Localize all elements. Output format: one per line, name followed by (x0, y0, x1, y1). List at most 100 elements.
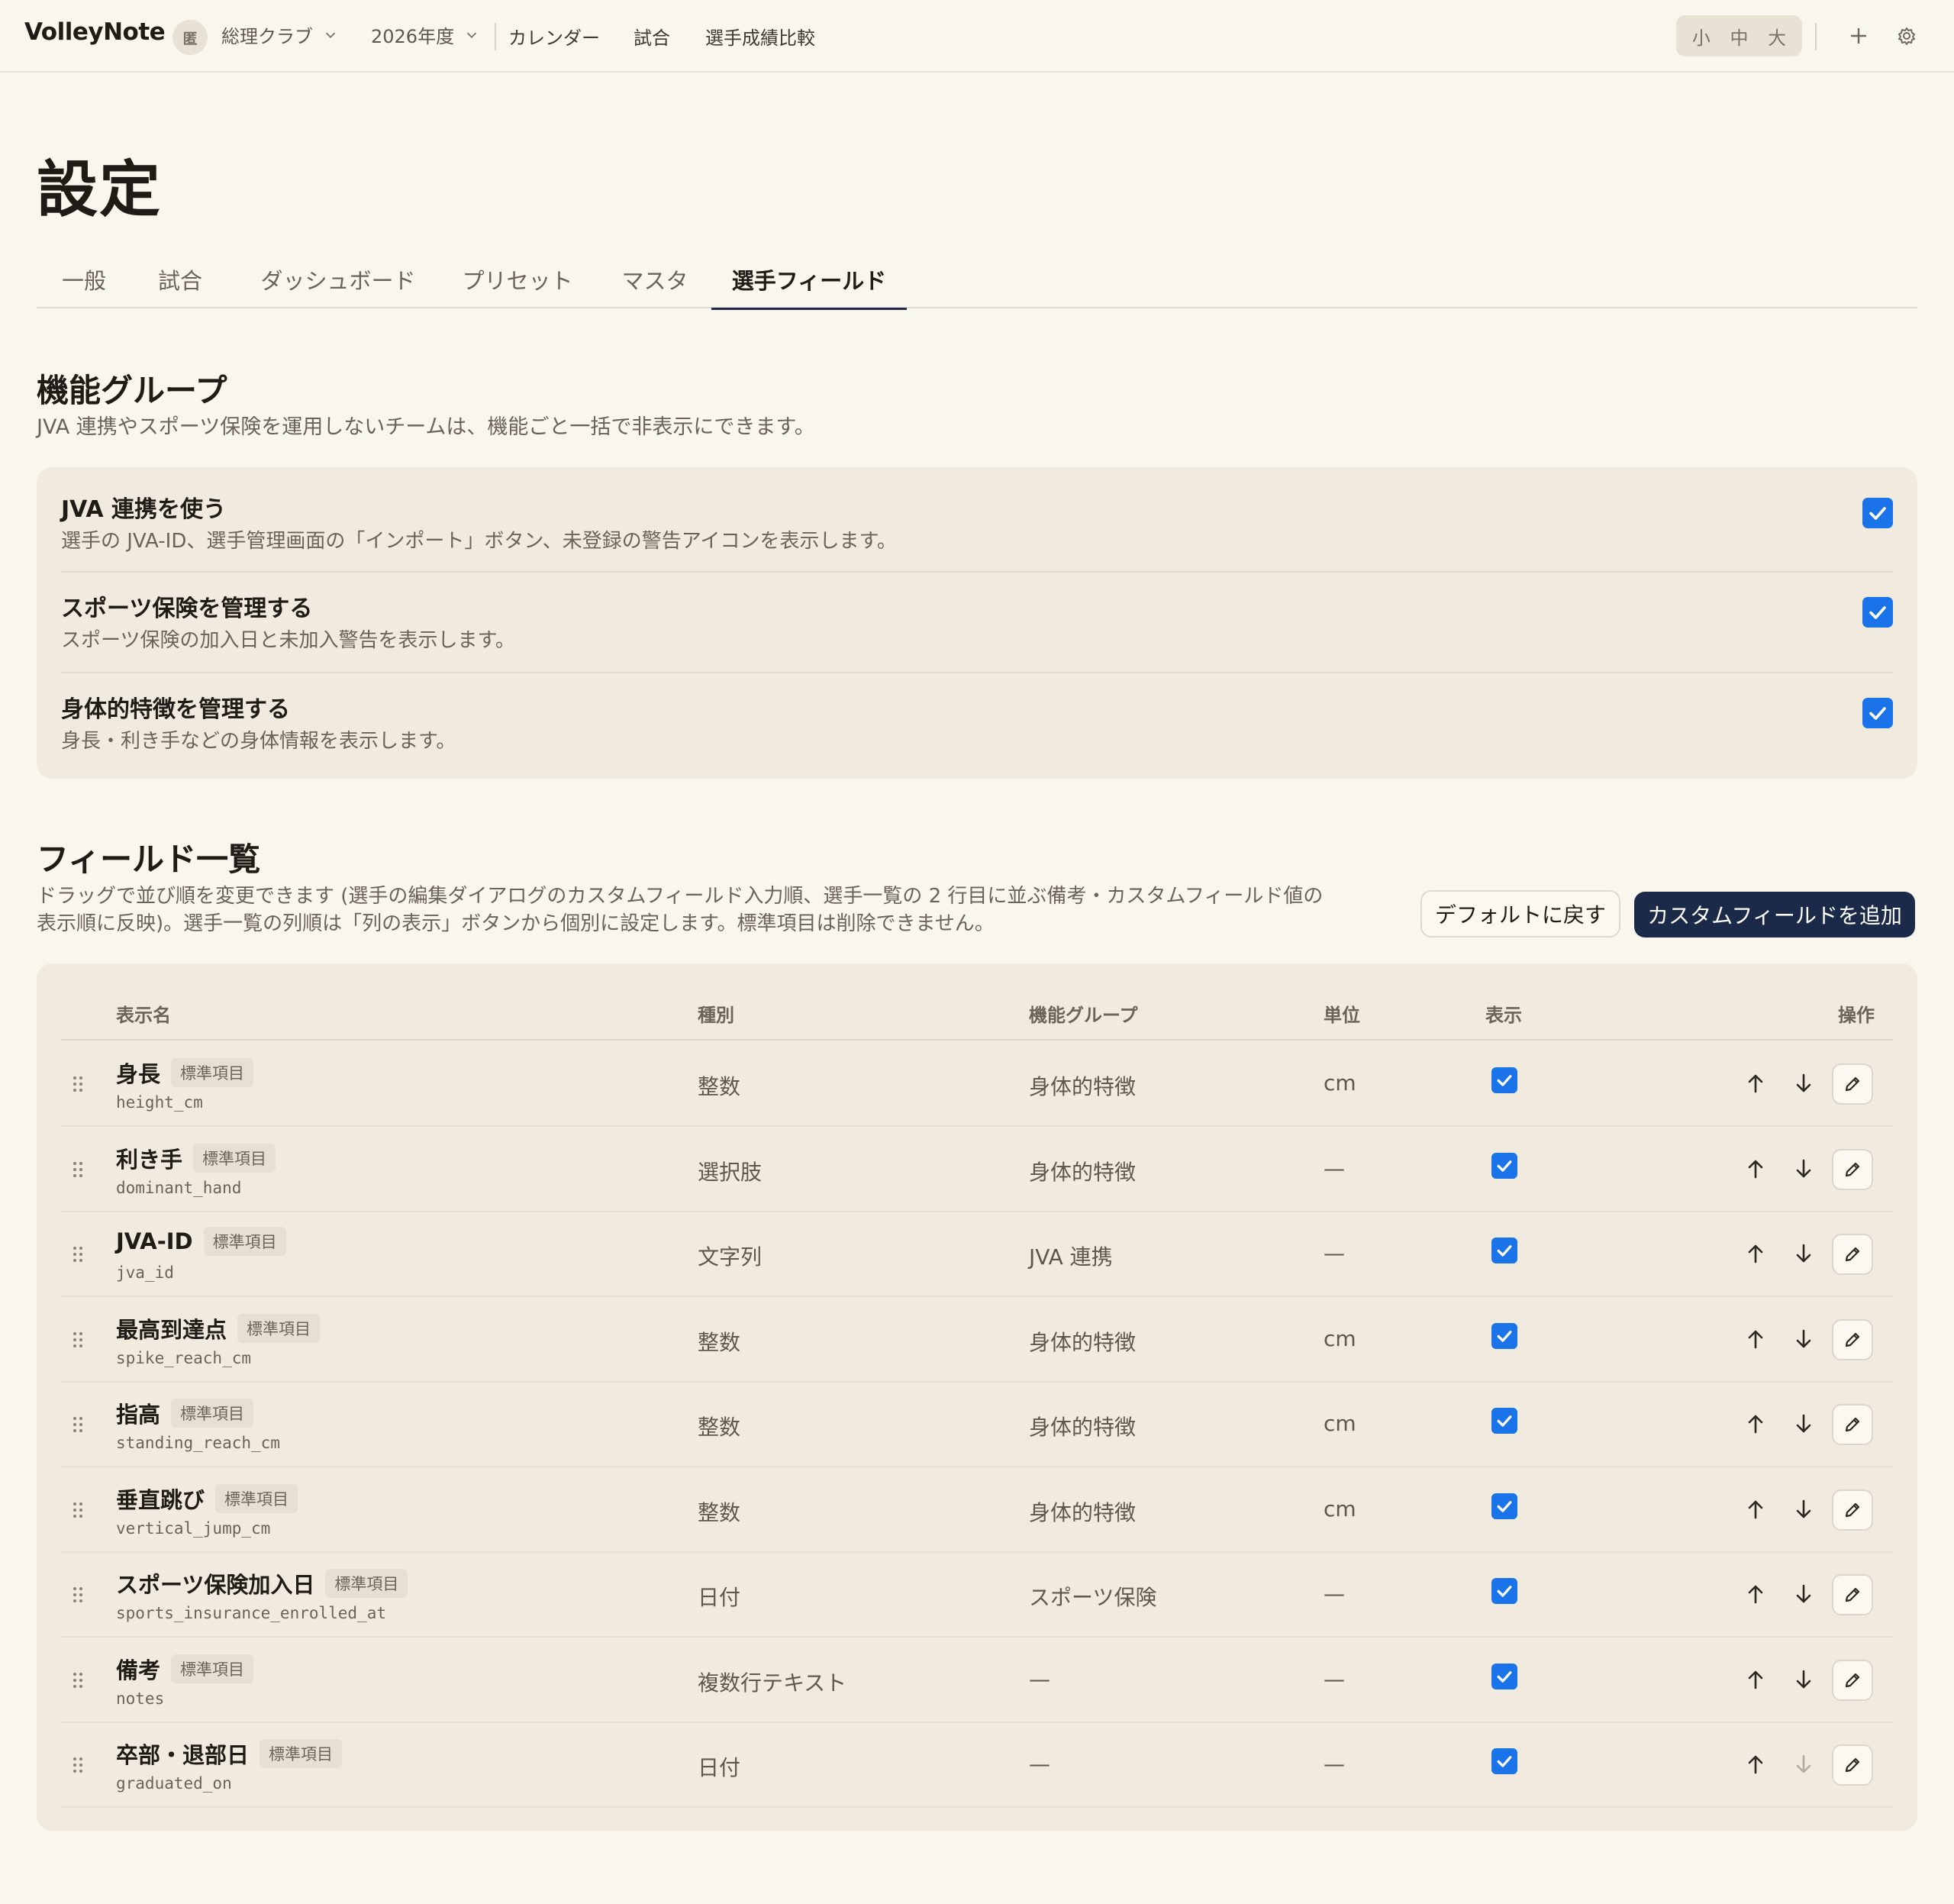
feature-group-description: 選手の JVA-ID、選手管理画面の「インポート」ボタン、未登録の警告アイコンを… (61, 530, 897, 553)
feature-group-checkbox[interactable] (1862, 597, 1893, 628)
field-group: スポーツ保険 (1029, 1585, 1157, 1610)
table-row[interactable]: 指高 標準項目 standing_reach_cm 整数 身体的特徴 cm (61, 1382, 1893, 1467)
visible-checkbox[interactable] (1491, 1408, 1517, 1434)
visible-checkbox[interactable] (1491, 1238, 1517, 1263)
visible-checkbox[interactable] (1491, 1578, 1517, 1604)
check-icon (1497, 1586, 1512, 1597)
drag-handle-icon[interactable] (72, 1245, 84, 1263)
table-row[interactable]: 身長 標準項目 height_cm 整数 身体的特徴 cm (61, 1041, 1893, 1127)
plus-icon[interactable] (1846, 23, 1872, 49)
brand-logo[interactable]: VolleyNote (24, 18, 166, 46)
gear-icon[interactable] (1894, 23, 1920, 49)
move-up-icon[interactable] (1744, 1070, 1767, 1096)
pencil-icon (1845, 1247, 1860, 1262)
edit-button[interactable] (1832, 1744, 1873, 1786)
nav-player-compare[interactable]: 選手成績比較 (705, 23, 815, 50)
field-type: 複数行テキスト (698, 1670, 847, 1696)
add-custom-field-button[interactable]: カスタムフィールドを追加 (1634, 892, 1915, 937)
standard-badge: 標準項目 (260, 1739, 343, 1768)
field-unit: — (1324, 1241, 1345, 1266)
pencil-icon (1845, 1332, 1860, 1347)
chevron-down-icon (467, 32, 477, 38)
table-row[interactable]: 利き手 標準項目 dominant_hand 選択肢 身体的特徴 — (61, 1127, 1893, 1212)
field-list-description-1: ドラッグで並び順を変更できます (選手の編集ダイアログのカスタムフィールド入力順… (37, 885, 1324, 908)
tab-dashboard[interactable]: ダッシュボード (243, 252, 434, 308)
check-icon (1497, 1160, 1512, 1172)
move-up-icon[interactable] (1744, 1241, 1767, 1267)
move-down-icon[interactable] (1792, 1496, 1815, 1522)
tab-player-fields[interactable]: 選手フィールド (711, 252, 907, 310)
drag-handle-icon[interactable] (72, 1331, 84, 1349)
visible-checkbox[interactable] (1491, 1748, 1517, 1774)
field-list-title: フィールド一覧 (37, 841, 261, 878)
standard-badge: 標準項目 (171, 1058, 254, 1087)
edit-button[interactable] (1832, 1489, 1873, 1531)
edit-button[interactable] (1832, 1659, 1873, 1701)
check-icon (1497, 1330, 1512, 1342)
move-up-icon[interactable] (1744, 1581, 1767, 1607)
font-size-large[interactable]: 大 (1768, 23, 1786, 50)
table-row[interactable]: 備考 標準項目 notes 複数行テキスト — — (61, 1638, 1893, 1723)
move-up-icon[interactable] (1744, 1667, 1767, 1693)
move-down-icon[interactable] (1792, 1241, 1815, 1267)
visible-checkbox[interactable] (1491, 1067, 1517, 1093)
move-down-icon[interactable] (1792, 1156, 1815, 1182)
field-unit: — (1324, 1666, 1345, 1692)
table-row[interactable]: スポーツ保険加入日 標準項目 sports_insurance_enrolled_a… (61, 1552, 1893, 1638)
edit-button[interactable] (1832, 1574, 1873, 1615)
edit-button[interactable] (1832, 1148, 1873, 1190)
visible-checkbox[interactable] (1491, 1663, 1517, 1689)
drag-handle-icon[interactable] (72, 1501, 84, 1519)
drag-handle-icon[interactable] (72, 1415, 84, 1434)
drag-handle-icon[interactable] (72, 1160, 84, 1179)
field-list-description-2: 表示順に反映)。選手一覧の列順は「列の表示」ボタンから個別に設定します。標準項目… (37, 912, 995, 935)
feature-group-checkbox[interactable] (1862, 498, 1893, 528)
drag-handle-icon[interactable] (72, 1586, 84, 1604)
field-key: standing_reach_cm (116, 1434, 280, 1452)
font-size-medium[interactable]: 中 (1730, 23, 1748, 50)
nav-calendar[interactable]: カレンダー (508, 23, 600, 50)
table-row[interactable]: JVA-ID 標準項目 jva_id 文字列 JVA 連携 — (61, 1212, 1893, 1297)
move-down-icon[interactable] (1792, 1667, 1815, 1693)
visible-checkbox[interactable] (1491, 1152, 1517, 1179)
visible-checkbox[interactable] (1491, 1322, 1517, 1349)
field-name-cell: 指高 標準項目 (116, 1397, 254, 1429)
feature-group-checkbox[interactable] (1862, 698, 1893, 728)
move-up-icon[interactable] (1744, 1411, 1767, 1437)
move-down-icon[interactable] (1792, 1326, 1815, 1352)
table-row[interactable]: 垂直跳び 標準項目 vertical_jump_cm 整数 身体的特徴 cm (61, 1467, 1893, 1553)
move-down-icon[interactable] (1792, 1411, 1815, 1437)
edit-button[interactable] (1832, 1404, 1873, 1445)
field-type: 整数 (698, 1329, 741, 1355)
drag-handle-icon[interactable] (72, 1075, 84, 1093)
table-row[interactable]: 卒部・退部日 標準項目 graduated_on 日付 — — (61, 1722, 1893, 1808)
drag-handle-icon[interactable] (72, 1756, 84, 1774)
move-down-icon[interactable] (1792, 1581, 1815, 1607)
field-key: height_cm (116, 1093, 203, 1112)
font-size-small[interactable]: 小 (1692, 23, 1711, 50)
table-row[interactable]: 最高到達点 標準項目 spike_reach_cm 整数 身体的特徴 cm (61, 1297, 1893, 1383)
team-selector[interactable]: 総理クラブ (221, 21, 337, 48)
field-name-cell: スポーツ保険加入日 標準項目 (116, 1567, 408, 1599)
visible-checkbox[interactable] (1491, 1493, 1517, 1519)
drag-handle-icon[interactable] (72, 1671, 84, 1689)
move-down-icon[interactable] (1792, 1070, 1815, 1096)
move-up-icon[interactable] (1744, 1751, 1767, 1777)
year-selector[interactable]: 2026年度 (371, 21, 479, 48)
nav-matches[interactable]: 試合 (634, 23, 670, 50)
edit-button[interactable] (1832, 1063, 1873, 1105)
tab-matches[interactable]: 試合 (143, 252, 217, 308)
field-unit: — (1324, 1751, 1345, 1777)
edit-button[interactable] (1832, 1234, 1873, 1275)
edit-button[interactable] (1832, 1318, 1873, 1360)
move-up-icon[interactable] (1744, 1326, 1767, 1352)
move-up-icon[interactable] (1744, 1496, 1767, 1522)
reset-default-button[interactable]: デフォルトに戻す (1420, 890, 1620, 937)
tab-presets[interactable]: プリセット (449, 252, 586, 308)
tab-general[interactable]: 一般 (37, 252, 131, 308)
field-key: jva_id (116, 1263, 174, 1282)
tab-master[interactable]: マスタ (601, 252, 708, 308)
team-avatar[interactable]: 匿 (173, 20, 208, 55)
move-up-icon[interactable] (1744, 1156, 1767, 1182)
field-type: 整数 (698, 1499, 741, 1525)
